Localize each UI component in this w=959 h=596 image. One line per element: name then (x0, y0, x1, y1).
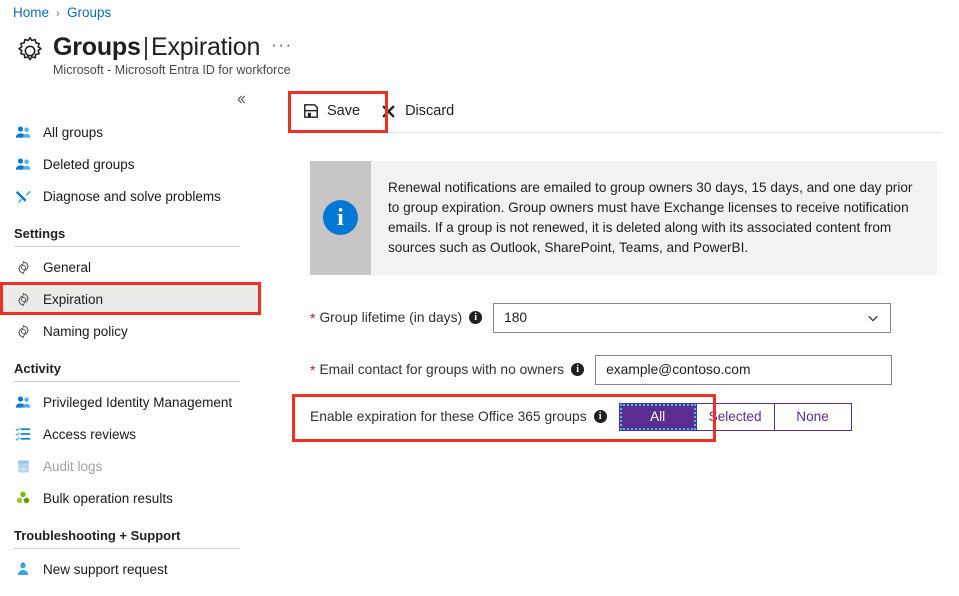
divider (292, 132, 940, 133)
sidebar-item-label: General (43, 259, 92, 275)
info-banner: i Renewal notifications are emailed to g… (310, 161, 937, 275)
more-options-icon[interactable]: ··· (271, 30, 292, 60)
sidebar-item-label: Bulk operation results (43, 490, 173, 506)
save-button[interactable]: Save (292, 94, 370, 128)
enable-expiration-label: Enable expiration for these Office 365 g… (310, 409, 587, 425)
main-content: Save Discard i Renewal notifications are… (278, 90, 959, 431)
save-floppy-icon (302, 103, 319, 120)
sidebar-item-label: All groups (43, 124, 104, 140)
breadcrumb: Home › Groups (13, 5, 111, 20)
sidebar-section-troubleshooting-support: Troubleshooting + Support New support re… (0, 528, 262, 585)
info-banner-icon-strip: i (310, 161, 371, 275)
page-title-separator: | (142, 33, 150, 61)
expiration-settings-form: * Group lifetime (in days) i 180 * Email… (310, 302, 959, 431)
sidebar-item-bulk-operation-results[interactable]: Bulk operation results (0, 482, 262, 514)
enable-expiration-row: Enable expiration for these Office 365 g… (310, 402, 959, 431)
save-button-label: Save (327, 103, 361, 119)
person-support-icon (14, 560, 32, 578)
group-lifetime-select[interactable]: 180 (493, 302, 892, 333)
sidebar-item-all-groups[interactable]: All groups (0, 116, 262, 148)
gear-icon (13, 34, 47, 74)
gear-icon (14, 290, 32, 308)
sidebar-item-naming-policy[interactable]: Naming policy (0, 315, 262, 347)
sidebar-section-settings: Settings General Expiration Naming polic… (0, 226, 262, 347)
enable-expiration-choice-group: All Selected None (618, 402, 852, 431)
email-contact-label: Email contact for groups with no owners (319, 362, 565, 378)
sidebar: All groups Deleted groups Diagnose and s… (0, 90, 262, 585)
discard-button[interactable]: Discard (370, 94, 464, 128)
sidebar-item-label: Access reviews (43, 426, 137, 442)
sidebar-item-label: Audit logs (43, 458, 103, 474)
info-dot-icon[interactable]: i (593, 410, 607, 424)
sidebar-section-activity: Activity Privileged Identity Management (0, 361, 262, 514)
chevron-right-icon: › (56, 5, 61, 20)
info-dot-icon[interactable]: i (469, 311, 483, 325)
people-icon (14, 393, 32, 411)
page-subtitle: Microsoft - Microsoft Entra ID for workf… (53, 63, 291, 77)
choice-option-none[interactable]: None (773, 402, 852, 431)
page-title-secondary: Expiration (151, 33, 261, 61)
divider (14, 381, 240, 382)
book-icon (14, 457, 32, 475)
info-banner-text: Renewal notifications are emailed to gro… (388, 180, 913, 255)
sidebar-section-title: Activity (14, 361, 61, 376)
sidebar-item-label: Expiration (43, 291, 104, 307)
group-lifetime-row: * Group lifetime (in days) i 180 (310, 302, 959, 333)
sidebar-item-deleted-groups[interactable]: Deleted groups (0, 148, 262, 180)
double-chevron-left-icon[interactable] (232, 90, 250, 108)
people-icon (14, 155, 32, 173)
chevron-down-icon (866, 304, 880, 332)
email-contact-row: * Email contact for groups with no owner… (310, 354, 959, 385)
sidebar-item-access-reviews[interactable]: Access reviews (0, 418, 262, 450)
required-marker: * (310, 309, 316, 326)
sidebar-section-title: Troubleshooting + Support (14, 528, 181, 543)
azure-portal-blade: Home › Groups Groups|Expiration ··· Micro… (0, 0, 959, 596)
choice-option-selected[interactable]: Selected (695, 402, 775, 431)
gear-icon (14, 322, 32, 340)
page-title: Groups|Expiration ··· (53, 30, 293, 62)
sidebar-item-general[interactable]: General (0, 251, 262, 283)
sidebar-item-expiration[interactable]: Expiration (0, 283, 262, 315)
group-lifetime-label: Group lifetime (in days) (319, 310, 463, 326)
wrench-icon (14, 187, 32, 205)
close-x-icon (380, 103, 397, 120)
sidebar-item-label: New support request (43, 561, 168, 577)
checklist-icon (14, 425, 32, 443)
sidebar-nav-top: All groups Deleted groups Diagnose and s… (0, 116, 262, 212)
breadcrumb-item-groups[interactable]: Groups (67, 5, 111, 20)
sidebar-item-label: Naming policy (43, 323, 128, 339)
choice-option-all[interactable]: All (618, 402, 697, 431)
sidebar-item-audit-logs: Audit logs (0, 450, 262, 482)
sidebar-item-diagnose-and-solve-problems[interactable]: Diagnose and solve problems (0, 180, 262, 212)
people-icon (14, 123, 32, 141)
command-toolbar: Save Discard (278, 90, 959, 132)
gear-icon (14, 258, 32, 276)
sidebar-item-label: Privileged Identity Management (43, 394, 233, 410)
sidebar-item-privileged-identity-management[interactable]: Privileged Identity Management (0, 386, 262, 418)
clover-icon (14, 489, 32, 507)
email-contact-input[interactable] (595, 354, 893, 385)
info-circle-icon: i (323, 200, 358, 236)
breadcrumb-item-home[interactable]: Home (13, 5, 49, 20)
page-header: Groups|Expiration ··· Microsoft - Microso… (13, 30, 293, 77)
sidebar-section-title: Settings (14, 226, 66, 241)
info-dot-icon[interactable]: i (571, 363, 585, 377)
discard-button-label: Discard (405, 103, 455, 119)
page-title-primary: Groups (53, 33, 141, 61)
divider (14, 548, 240, 549)
sidebar-item-label: Deleted groups (43, 156, 135, 172)
required-marker: * (310, 361, 316, 378)
group-lifetime-value: 180 (504, 310, 528, 326)
sidebar-item-new-support-request[interactable]: New support request (0, 553, 262, 585)
sidebar-item-label: Diagnose and solve problems (43, 188, 221, 204)
divider (14, 246, 240, 247)
